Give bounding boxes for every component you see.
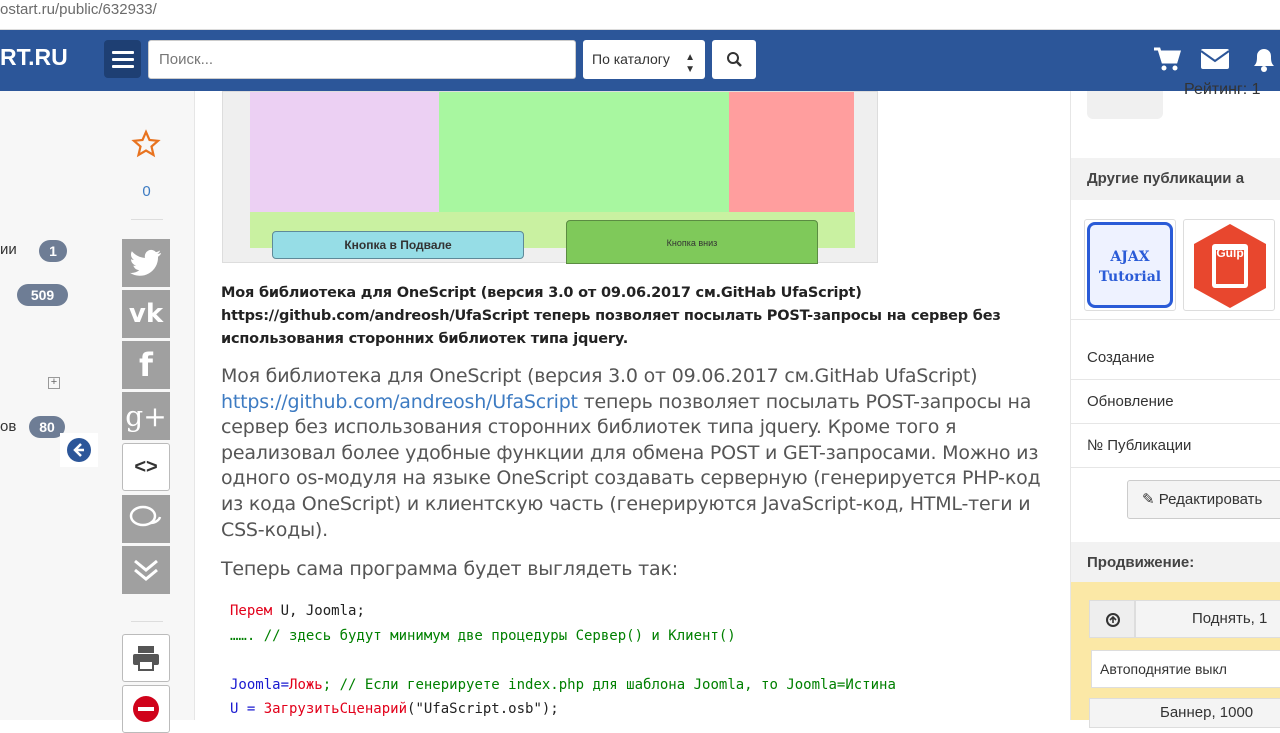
scroll-down-button[interactable] <box>122 546 170 594</box>
code-comment: ……. // здесь будут минимум две процедуры… <box>230 627 736 644</box>
search-button[interactable] <box>712 40 756 79</box>
code-keyword: Перем <box>230 603 273 619</box>
lift-button[interactable]: Поднять, 1 <box>1135 600 1280 638</box>
preview-footer-button: Кнопка в Подвале <box>272 231 524 259</box>
share-column: 0 vk f g+ <> <box>98 91 195 733</box>
description-intro: Теперь сама программа будет выглядеть та… <box>221 558 678 580</box>
promotion-panel: Поднять, 1 Автоподнятие выкл Баннер, 100… <box>1071 582 1280 728</box>
menu-button[interactable] <box>104 40 141 78</box>
comments-button[interactable] <box>122 495 170 543</box>
gulp-label: Gulp <box>1216 246 1244 260</box>
googleplus-icon: g+ <box>125 399 167 433</box>
description: Моя библиотека для OneScript (версия 3.0… <box>221 364 1056 543</box>
preview-block-left <box>250 92 439 212</box>
bell-icon[interactable] <box>1248 44 1280 74</box>
publication-thumb[interactable]: AJAX Tutorial <box>1084 219 1176 311</box>
edit-button-label: Редактировать <box>1158 491 1263 508</box>
code-block: Перем U, Joomla; ……. // здесь будут мини… <box>222 599 1052 720</box>
code-keyword: Ложь <box>289 676 323 693</box>
divider <box>131 621 163 622</box>
author-block: Рейтинг: 1 <box>1071 81 1280 155</box>
ajax-tutorial-icon: AJAX Tutorial <box>1087 222 1173 308</box>
code-text: Joomla= <box>230 676 290 693</box>
sidebar-item-label[interactable]: ии <box>0 241 17 258</box>
favorites-count: 0 <box>142 183 151 200</box>
site-logo[interactable]: RT.RU <box>0 44 68 71</box>
preview-block-right <box>729 92 854 212</box>
code-text: U, Joomla; <box>272 603 365 619</box>
twitter-icon <box>130 249 161 276</box>
report-button[interactable] <box>122 685 170 733</box>
address-bar[interactable]: ostart.ru/public/632933/ <box>0 0 1280 30</box>
catalog-select-label: По каталогу <box>592 51 670 67</box>
lift-button-icon-box[interactable] <box>1089 600 1135 638</box>
code-text: U = <box>230 701 264 717</box>
hamburger-icon <box>111 50 134 54</box>
arrow-left-circle-icon <box>67 438 91 462</box>
preview-down-button: Кнопка вниз <box>566 220 818 264</box>
github-link[interactable]: https://github.com/andreosh/UfaScript <box>221 391 578 413</box>
main-content: Кнопка в Подвале Кнопка вниз Моя библиот… <box>196 91 1070 720</box>
share-facebook-button[interactable]: f <box>122 341 170 389</box>
publication-number-label: № Публикации <box>1087 437 1192 454</box>
publication-thumb[interactable]: Gulp <box>1183 219 1275 311</box>
rating: Рейтинг: 1 <box>1184 81 1261 98</box>
auto-lift-select[interactable]: Автоподнятие выкл <box>1091 650 1280 688</box>
pencil-icon: ✎ <box>1142 491 1159 508</box>
cart-icon[interactable] <box>1152 44 1182 74</box>
expand-icon[interactable]: + <box>48 377 60 389</box>
code-keyword: ЗагрузитьСценарий <box>263 701 408 717</box>
chat-icon <box>129 505 162 527</box>
bold-description: Моя библиотека для OneScript (версия 3.0… <box>221 285 1001 347</box>
promotion-heading: Продвижение: <box>1071 542 1280 584</box>
vk-icon: vk <box>128 299 164 329</box>
avatar[interactable] <box>1087 91 1163 119</box>
print-button[interactable] <box>122 634 170 682</box>
print-icon <box>133 646 159 671</box>
preview-image: Кнопка в Подвале Кнопка вниз <box>222 91 878 264</box>
share-twitter-button[interactable] <box>122 239 170 287</box>
facebook-icon: f <box>139 346 153 384</box>
right-sidebar: Рейтинг: 1 Другие публикации а AJAX Tuto… <box>1070 81 1280 728</box>
address-url[interactable]: ostart.ru/public/632933/ <box>0 0 157 30</box>
sidebar-item-label[interactable]: ов <box>0 418 16 435</box>
top-navigation: RT.RU По каталогу ▲▼ <box>0 30 1280 91</box>
nav-icons <box>1152 44 1280 74</box>
double-chevron-down-icon <box>134 559 158 581</box>
description-text: теперь позволяет посылать POST-запросы н… <box>221 390 1041 541</box>
mail-icon[interactable] <box>1200 44 1230 74</box>
share-googleplus-button[interactable]: g+ <box>122 392 170 440</box>
other-publications-heading: Другие публикации а <box>1071 158 1280 200</box>
embed-button[interactable]: <> <box>122 443 170 491</box>
collapse-sidebar-button[interactable] <box>60 433 98 467</box>
count-badge: 1 <box>39 240 67 262</box>
gulp-icon <box>1194 224 1266 308</box>
code-text: ("UfaScript.osb"); <box>407 701 559 717</box>
catalog-select[interactable]: По каталогу ▲ ▼ <box>583 40 705 79</box>
preview-block-center <box>439 92 729 212</box>
banner-button[interactable]: Баннер, 1000 <box>1089 698 1280 728</box>
code-icon: <> <box>134 455 158 478</box>
arrow-up-circle-icon <box>1106 613 1120 627</box>
count-badge: 509 <box>17 284 68 306</box>
updown-icon: ▲ ▼ <box>685 52 695 75</box>
search-icon <box>727 52 742 67</box>
description-text: Моя библиотека для OneScript (версия 3.0… <box>221 365 978 387</box>
edit-button[interactable]: ✎ Редактировать <box>1127 480 1280 519</box>
code-comment: ; // Если генерируете index.php для шабл… <box>322 676 896 693</box>
updated-label: Обновление <box>1087 393 1174 410</box>
star-icon[interactable] <box>131 129 161 159</box>
share-vk-button[interactable]: vk <box>122 290 170 338</box>
created-label: Создание <box>1087 349 1155 366</box>
divider <box>131 219 163 220</box>
left-sidebar: ии 1 509 + ов 80 <box>0 91 98 720</box>
search-input[interactable] <box>148 40 576 79</box>
